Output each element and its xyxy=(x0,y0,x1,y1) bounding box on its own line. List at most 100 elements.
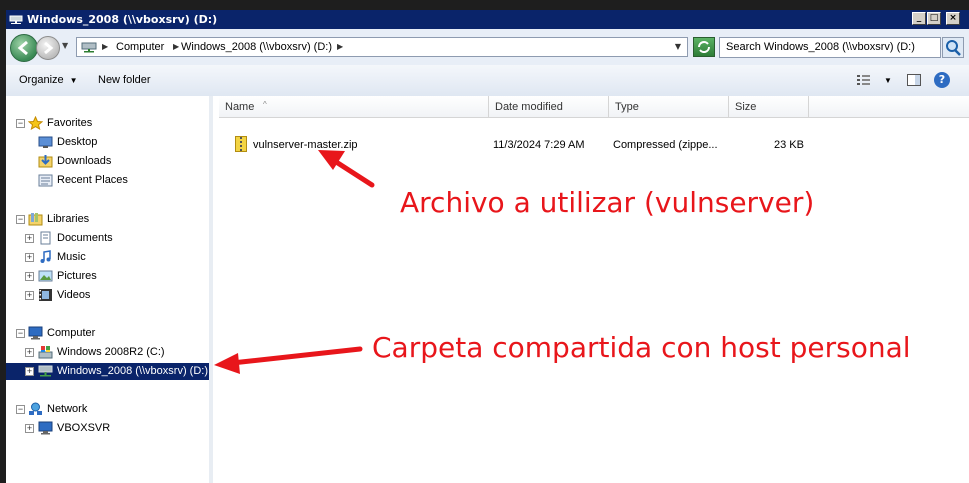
tree-item-label: VBOXSVR xyxy=(57,422,111,434)
network-drive-icon xyxy=(9,15,23,24)
tree-favorites[interactable]: − Favorites xyxy=(6,115,209,132)
column-header-date[interactable]: Date modified xyxy=(489,96,609,118)
column-label: Size xyxy=(735,101,757,113)
tree-item-drive-d[interactable]: + Windows_2008 (\\vboxsrv) (D:) xyxy=(6,363,209,380)
annotation-file-label: Archivo a utilizar (vulnserver) xyxy=(400,186,815,219)
explorer-window: Windows_2008 (\\vboxsrv) (D:) _ □ × ▼ ▶ … xyxy=(6,10,969,483)
tree-network-label: Network xyxy=(47,403,88,415)
column-label: Name xyxy=(225,101,255,113)
tree-item-recent-places[interactable]: Recent Places xyxy=(6,172,209,189)
tree-item-videos[interactable]: + Videos xyxy=(6,287,209,304)
expand-icon[interactable]: + xyxy=(25,234,34,243)
close-button[interactable]: × xyxy=(946,12,960,25)
tree-item-drive-c[interactable]: + Windows 2008R2 (C:) xyxy=(6,344,209,361)
search-input[interactable]: Search Windows_2008 (\\vboxsrv) (D:) xyxy=(719,37,941,58)
tree-computer[interactable]: − Computer xyxy=(6,325,209,342)
column-header-size[interactable]: Size xyxy=(729,96,809,118)
tree-item-label: Downloads xyxy=(57,155,112,167)
collapse-icon[interactable]: − xyxy=(16,405,25,414)
search-button[interactable] xyxy=(942,37,964,58)
recent-pages-dropdown[interactable]: ▼ xyxy=(62,41,70,51)
tree-favorites-label: Favorites xyxy=(47,117,93,129)
breadcrumb-computer[interactable]: Computer xyxy=(116,41,164,53)
address-dropdown-icon[interactable]: ▼ xyxy=(675,42,681,51)
collapse-icon[interactable]: − xyxy=(16,329,25,338)
tree-network[interactable]: − Network xyxy=(6,401,209,418)
collapse-icon[interactable]: − xyxy=(16,119,25,128)
tree-item-label: Desktop xyxy=(57,136,98,148)
expand-icon[interactable]: + xyxy=(25,253,34,262)
downloads-icon xyxy=(38,155,53,168)
organize-button[interactable]: Organize ▼ xyxy=(19,74,78,86)
desktop-icon xyxy=(38,136,53,148)
breadcrumb-separator-icon[interactable]: ▶ xyxy=(102,42,108,51)
tree-item-desktop[interactable]: Desktop xyxy=(6,134,209,151)
column-header-name[interactable]: Name ^ xyxy=(219,96,489,118)
breadcrumb-drive[interactable]: Windows_2008 (\\vboxsrv) (D:) xyxy=(181,41,332,53)
address-row: ▼ ▶ Computer ▶ Windows_2008 (\\vboxsrv) … xyxy=(6,29,969,66)
tree-item-vboxsvr[interactable]: + VBOXSVR xyxy=(6,420,209,437)
expand-icon[interactable]: + xyxy=(25,272,34,281)
tree-item-label: Music xyxy=(57,251,86,263)
tree-libraries[interactable]: − Libraries xyxy=(6,211,209,228)
music-icon xyxy=(40,250,51,263)
forward-arrow-icon xyxy=(44,41,54,55)
star-icon xyxy=(28,116,43,130)
videos-icon xyxy=(39,289,52,301)
forward-button[interactable] xyxy=(36,36,60,60)
breadcrumb-separator-icon[interactable]: ▶ xyxy=(337,42,343,51)
expand-icon[interactable]: + xyxy=(25,367,34,376)
title-bar[interactable]: Windows_2008 (\\vboxsrv) (D:) _ □ × xyxy=(6,10,969,29)
search-icon xyxy=(946,40,961,56)
zip-file-icon xyxy=(235,136,247,152)
tree-item-label: Documents xyxy=(57,232,113,244)
network-icon xyxy=(29,402,42,415)
new-folder-button[interactable]: New folder xyxy=(98,74,151,86)
address-bar[interactable]: ▶ Computer ▶ Windows_2008 (\\vboxsrv) (D… xyxy=(76,37,688,57)
refresh-icon xyxy=(698,41,710,53)
file-size: 23 KB xyxy=(774,139,804,151)
command-bar: Organize ▼ New folder ▼ ? xyxy=(6,65,969,97)
tree-item-label: Windows_2008 (\\vboxsrv) (D:) xyxy=(57,365,208,377)
annotation-share-label: Carpeta compartida con host personal xyxy=(372,331,911,364)
expand-icon[interactable]: + xyxy=(25,348,34,357)
network-drive-icon xyxy=(81,42,97,53)
expand-icon[interactable]: + xyxy=(25,291,34,300)
tree-item-music[interactable]: + Music xyxy=(6,249,209,266)
tree-computer-label: Computer xyxy=(47,327,96,339)
refresh-button[interactable] xyxy=(693,37,715,57)
tree-item-documents[interactable]: + Documents xyxy=(6,230,209,247)
column-header-empty xyxy=(809,96,969,118)
search-placeholder: Search Windows_2008 (\\vboxsrv) (D:) xyxy=(726,41,915,53)
minimize-button[interactable]: _ xyxy=(912,12,926,25)
column-label: Date modified xyxy=(495,101,563,113)
tree-item-label: Videos xyxy=(57,289,91,301)
network-drive-icon xyxy=(38,365,53,377)
expand-icon[interactable]: + xyxy=(25,424,34,433)
windows-drive-icon xyxy=(38,346,53,359)
documents-icon xyxy=(40,231,51,245)
organize-label: Organize xyxy=(19,74,64,86)
file-type: Compressed (zippe... xyxy=(613,139,718,151)
computer-icon xyxy=(38,421,53,435)
file-name[interactable]: vulnserver-master.zip xyxy=(253,139,358,151)
tree-item-pictures[interactable]: + Pictures xyxy=(6,268,209,285)
view-options-icon[interactable] xyxy=(856,72,872,88)
column-header-type[interactable]: Type xyxy=(609,96,729,118)
file-list: Name ^ Date modified Type Size vulnserver… xyxy=(213,96,969,483)
back-button[interactable] xyxy=(10,34,38,62)
pictures-icon xyxy=(38,270,53,282)
breadcrumb-separator-icon[interactable]: ▶ xyxy=(173,42,179,51)
help-icon[interactable]: ? xyxy=(934,72,950,88)
collapse-icon[interactable]: − xyxy=(16,215,25,224)
preview-pane-icon[interactable] xyxy=(906,72,922,88)
views-dropdown-icon[interactable]: ▼ xyxy=(884,76,892,85)
navigation-pane: − Favorites Desktop Downloads Recent Pla… xyxy=(6,96,210,483)
column-label: Type xyxy=(615,101,639,113)
window-title: Windows_2008 (\\vboxsrv) (D:) xyxy=(27,13,218,26)
maximize-button[interactable]: □ xyxy=(927,12,941,25)
computer-icon xyxy=(28,326,43,340)
tree-item-label: Pictures xyxy=(57,270,97,282)
tree-item-downloads[interactable]: Downloads xyxy=(6,153,209,170)
sort-ascending-icon: ^ xyxy=(263,100,267,109)
